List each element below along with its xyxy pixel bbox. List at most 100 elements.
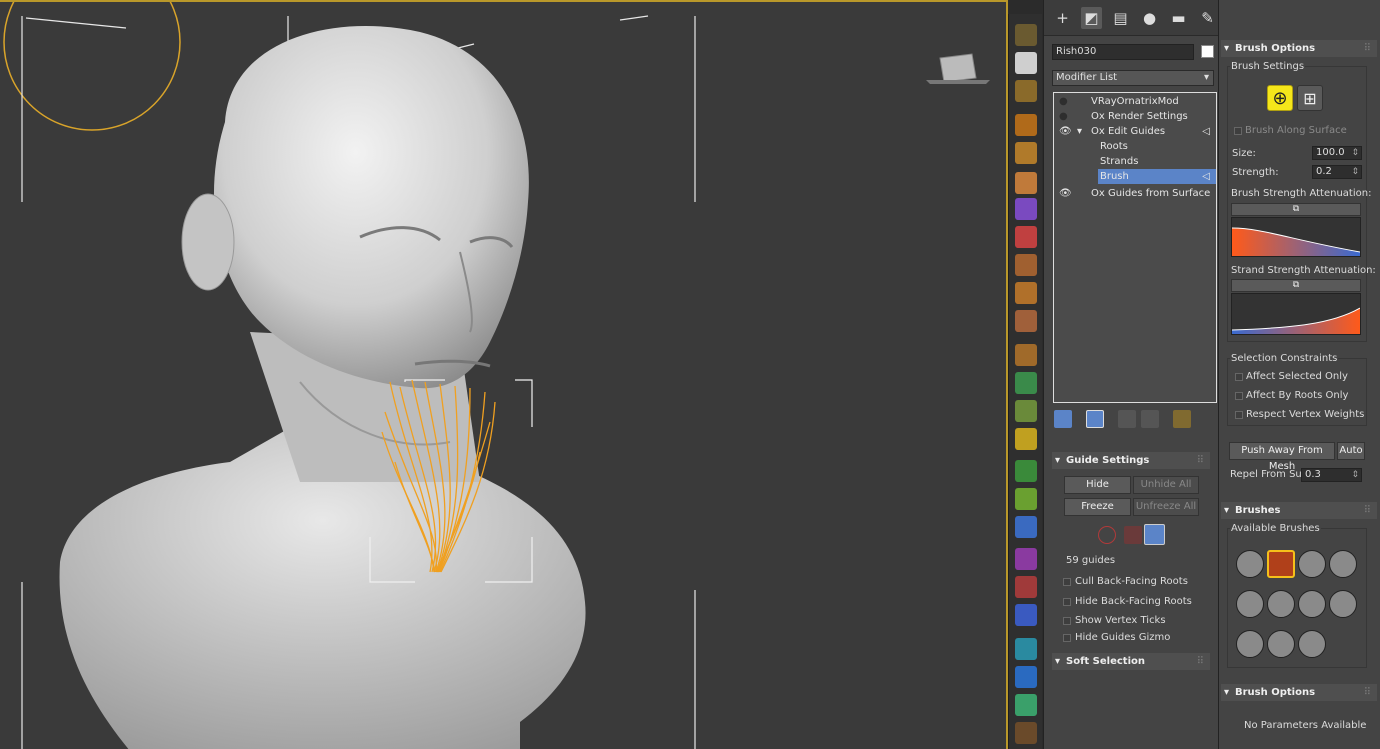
- affect-selected-only-checkbox[interactable]: [1235, 373, 1243, 381]
- utilities-tab-icon[interactable]: ✎: [1197, 7, 1218, 29]
- brush-paint-icon[interactable]: [1298, 590, 1326, 618]
- hair-hook-icon[interactable]: [1015, 282, 1037, 304]
- motion-tab-icon[interactable]: ●: [1139, 7, 1160, 29]
- cyan-cluster-icon[interactable]: [1015, 638, 1037, 660]
- brush-cut-icon[interactable]: [1236, 590, 1264, 618]
- hair-wave-icon[interactable]: [1015, 254, 1037, 276]
- viewport-canvas: [3, 2, 990, 749]
- arrow-down-icon[interactable]: [1015, 226, 1037, 248]
- grass-icon[interactable]: [1015, 460, 1037, 482]
- freeze-button[interactable]: Freeze: [1064, 498, 1131, 516]
- eye-off-icon[interactable]: ●: [1059, 94, 1068, 109]
- eye-icon[interactable]: 👁: [1059, 124, 1072, 139]
- brush-rotate-icon[interactable]: [1298, 550, 1326, 578]
- brush-options-rollout-2[interactable]: Brush Options⠿: [1221, 684, 1377, 701]
- brushes-rollout[interactable]: Brushes⠿: [1221, 502, 1377, 519]
- modify-tab-icon[interactable]: ◩: [1081, 6, 1102, 29]
- hair-color-icon[interactable]: [1124, 526, 1142, 544]
- list-icon[interactable]: [1015, 52, 1037, 74]
- hierarchy-tab-icon[interactable]: ▤: [1110, 7, 1131, 29]
- red-strand-icon[interactable]: [1015, 576, 1037, 598]
- brush-lengthen-icon[interactable]: [1267, 590, 1295, 618]
- stack-item-brush[interactable]: Brush ◁: [1098, 169, 1216, 184]
- brush-scale-icon[interactable]: [1329, 550, 1357, 578]
- hair-split-icon[interactable]: [1015, 310, 1037, 332]
- add-brush-square-icon[interactable]: ⊞: [1297, 85, 1323, 111]
- hair-tree-icon[interactable]: [1015, 400, 1037, 422]
- hair-fur-icon[interactable]: [1015, 172, 1037, 194]
- hair-braid-icon[interactable]: [1015, 428, 1037, 450]
- hair-cursor-icon[interactable]: [1015, 372, 1037, 394]
- repel-spinner[interactable]: 0.3: [1301, 468, 1362, 482]
- brush-along-surface-checkbox[interactable]: [1234, 127, 1242, 135]
- ornatrix-toolbar: [1008, 14, 1042, 749]
- pin-icon: ◁: [1202, 126, 1210, 137]
- brown-strand-icon[interactable]: [1015, 722, 1037, 744]
- stack-item-ox-guides-from-surface[interactable]: 👁 Ox Guides from Surface: [1054, 186, 1216, 201]
- stack-item-vrayornatrixmod[interactable]: ● VRayOrnatrixMod: [1054, 94, 1216, 109]
- brush-bend-icon[interactable]: [1267, 630, 1295, 658]
- object-color-swatch[interactable]: [1201, 45, 1214, 58]
- strand-atten-expand-button[interactable]: ⧉: [1231, 279, 1361, 292]
- trash-icon[interactable]: [1141, 410, 1159, 428]
- ornatrix-logo-icon[interactable]: [1015, 24, 1037, 46]
- command-panel: + ◩ ▤ ● ▬ ✎ Rish030 Modifier List ▾ ● VR…: [1043, 0, 1218, 749]
- brush-options-rollout[interactable]: Brush Options⠿: [1221, 40, 1377, 57]
- modifier-list-dropdown[interactable]: Modifier List ▾: [1052, 70, 1214, 86]
- eye-off-icon[interactable]: ●: [1059, 109, 1068, 124]
- bug-icon[interactable]: [1015, 488, 1037, 510]
- viewport[interactable]: [0, 0, 1008, 749]
- expand-triangle-icon[interactable]: ▾: [1077, 124, 1082, 139]
- blue-hook-icon[interactable]: [1015, 604, 1037, 626]
- brush-comb-icon[interactable]: [1236, 550, 1264, 578]
- pin-icon: ◁: [1202, 171, 1210, 182]
- stack-item-roots[interactable]: Roots: [1054, 139, 1216, 154]
- brush-puff-icon[interactable]: [1329, 590, 1357, 618]
- eye-icon[interactable]: 👁: [1059, 186, 1072, 201]
- hide-guides-gizmo-checkbox[interactable]: [1063, 634, 1071, 642]
- unhide-all-button[interactable]: Unhide All: [1133, 476, 1199, 494]
- hair-s-icon[interactable]: [1015, 344, 1037, 366]
- configure-sets-icon[interactable]: [1173, 410, 1191, 428]
- respect-vertex-weights-checkbox[interactable]: [1235, 411, 1243, 419]
- multi-color-icon[interactable]: [1015, 694, 1037, 716]
- command-panel-tabs: + ◩ ▤ ● ▬ ✎: [1044, 0, 1218, 36]
- object-name-field[interactable]: Rish030: [1052, 44, 1194, 60]
- target-icon[interactable]: [1098, 526, 1116, 544]
- swirl-icon[interactable]: [1015, 516, 1037, 538]
- size-spinner[interactable]: 100.0: [1312, 146, 1362, 160]
- brush-atten-expand-button[interactable]: ⧉: [1231, 203, 1361, 216]
- affect-by-roots-only-checkbox[interactable]: [1235, 392, 1243, 400]
- add-brush-circle-icon[interactable]: ⊕: [1267, 85, 1293, 111]
- brush-delete-icon[interactable]: [1298, 630, 1326, 658]
- hide-button[interactable]: Hide: [1064, 476, 1131, 494]
- make-unique-icon[interactable]: [1118, 410, 1136, 428]
- unfreeze-all-button[interactable]: Unfreeze All: [1133, 498, 1199, 516]
- pin-stack-icon[interactable]: [1054, 410, 1072, 428]
- brush-atten-curve[interactable]: [1231, 217, 1361, 257]
- guide-color-swatch[interactable]: [1144, 524, 1165, 545]
- blue-chain-icon[interactable]: [1015, 666, 1037, 688]
- brush-curl-icon[interactable]: [1236, 630, 1264, 658]
- house-icon[interactable]: [1015, 80, 1037, 102]
- hair-loop-icon[interactable]: [1015, 142, 1037, 164]
- stack-item-ox-edit-guides[interactable]: 👁 ▾ Ox Edit Guides ◁: [1054, 124, 1216, 139]
- strand-curl-icon[interactable]: [1015, 114, 1037, 136]
- push-away-from-mesh-button[interactable]: Push Away From Mesh: [1229, 442, 1335, 472]
- comb-icon[interactable]: [1015, 198, 1037, 220]
- stack-item-strands[interactable]: Strands: [1054, 154, 1216, 169]
- display-tab-icon[interactable]: ▬: [1168, 7, 1189, 29]
- show-vertex-ticks-checkbox[interactable]: [1063, 617, 1071, 625]
- stack-item-ox-render-settings[interactable]: ● Ox Render Settings: [1054, 109, 1216, 124]
- soft-selection-rollout[interactable]: Soft Selection⠿: [1052, 653, 1210, 670]
- guide-settings-rollout[interactable]: Guide Settings⠿: [1052, 452, 1210, 469]
- auto-button[interactable]: Auto: [1337, 442, 1365, 460]
- cull-back-facing-roots-checkbox[interactable]: [1063, 578, 1071, 586]
- brush-clump-icon[interactable]: [1267, 550, 1295, 578]
- create-tab-icon[interactable]: +: [1052, 7, 1073, 29]
- show-end-result-icon[interactable]: [1086, 410, 1104, 428]
- sphere-icon[interactable]: [1015, 548, 1037, 570]
- hide-back-facing-roots-checkbox[interactable]: [1063, 598, 1071, 606]
- strength-spinner[interactable]: 0.2: [1312, 165, 1362, 179]
- strand-atten-curve[interactable]: [1231, 293, 1361, 335]
